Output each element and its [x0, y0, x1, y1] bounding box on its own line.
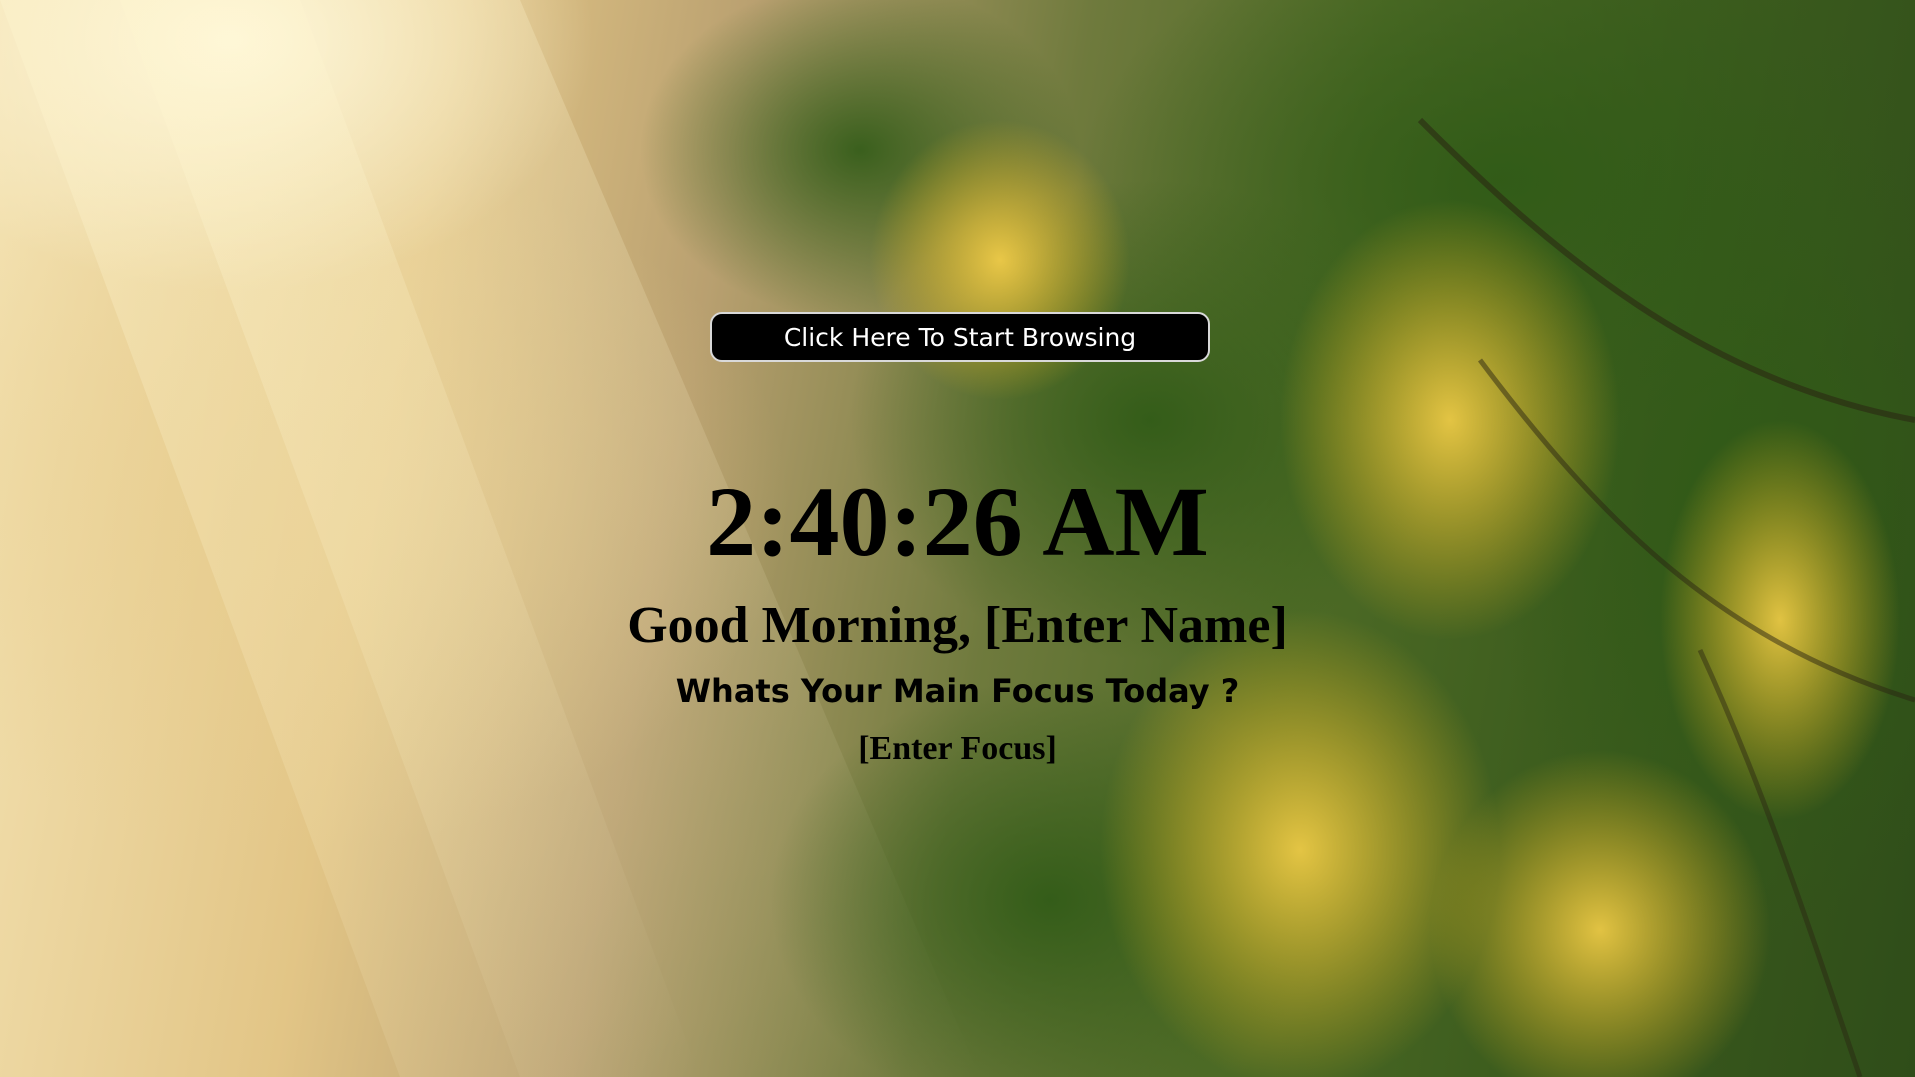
main-content: Click Here To Start Browsing 2:40:26 AM …	[0, 0, 1915, 1077]
clock-time: 2:40:26 AM	[706, 466, 1209, 577]
focus-question: Whats Your Main Focus Today ?	[675, 672, 1240, 710]
name-input[interactable]: [Enter Name]	[984, 597, 1288, 654]
start-browsing-button[interactable]: Click Here To Start Browsing	[710, 312, 1210, 362]
focus-input[interactable]: [Enter Focus]	[0, 728, 1915, 770]
greeting: Good Morning, [Enter Name]	[0, 596, 1915, 656]
greeting-text: Good Morning,	[627, 597, 985, 654]
